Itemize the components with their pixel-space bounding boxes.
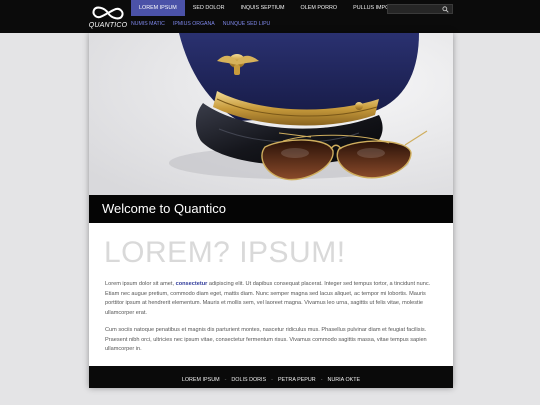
second-paragraph: Cum sociis natoque penatibus et magnis d… xyxy=(105,327,427,353)
infinity-logo-icon xyxy=(92,6,124,20)
footer-bar: LOREM IPSUM - DOLIS DORIS - PETRA PEPUR - NURI… xyxy=(89,366,453,388)
search-input[interactable] xyxy=(390,5,440,13)
welcome-title: Welcome to Quantico xyxy=(102,201,227,216)
footer-link-petra-pepur[interactable]: PETRA PEPUR xyxy=(278,377,316,383)
sub-nav: NUMIS MATIC IPMIUS ORGANA NUNQUE SED LIP… xyxy=(131,19,278,29)
subnav-item-ipmius-organa[interactable]: IPMIUS ORGANA xyxy=(173,19,223,29)
nav-item-lorem-ipsum[interactable]: LOREM IPSUM xyxy=(131,0,185,16)
footer-link-lorem-ipsum[interactable]: LOREM IPSUM xyxy=(182,377,220,383)
intro-paragraph: Lorem ipsum dolor sit amet, consectetur … xyxy=(105,280,438,318)
brand-name: QUANTICO xyxy=(88,22,128,29)
paragraph-text: Lorem ipsum dolor sit amet, xyxy=(105,281,176,287)
footer-link-dolis-doris[interactable]: DOLIS DORIS xyxy=(231,377,266,383)
nav-item-olem-porro[interactable]: OLEM PORRO xyxy=(293,0,346,16)
top-bar: QUANTICO LOREM IPSUM SED DOLOR INQUIS SE… xyxy=(0,0,540,33)
search-box xyxy=(387,4,453,14)
page-container: Welcome to Quantico LOREM? IPSUM! Lorem … xyxy=(89,33,453,388)
welcome-bar: Welcome to Quantico xyxy=(89,195,453,223)
logo[interactable]: QUANTICO xyxy=(88,3,128,31)
page-headline: LOREM? IPSUM! xyxy=(104,236,346,269)
nav-item-inquis-septium[interactable]: INQUIS SEPTIUM xyxy=(233,0,293,16)
search-icon[interactable] xyxy=(442,6,449,13)
consectetur-link[interactable]: consectetur xyxy=(176,281,208,287)
pilot-cap-and-sunglasses-image xyxy=(89,33,453,195)
subnav-item-numis-matic[interactable]: NUMIS MATIC xyxy=(131,19,173,29)
main-nav: LOREM IPSUM SED DOLOR INQUIS SEPTIUM OLE… xyxy=(131,0,405,16)
footer-separator: - xyxy=(224,377,227,383)
subnav-item-nunque-sed-lipu[interactable]: NUNQUE SED LIPU xyxy=(223,19,279,29)
hero-image xyxy=(89,33,453,195)
footer-separator: - xyxy=(320,377,323,383)
footer-link-nuria-okte[interactable]: NURIA OKTE xyxy=(327,377,360,383)
footer-separator: - xyxy=(271,377,273,383)
nav-item-sed-dolor[interactable]: SED DOLOR xyxy=(185,0,233,16)
